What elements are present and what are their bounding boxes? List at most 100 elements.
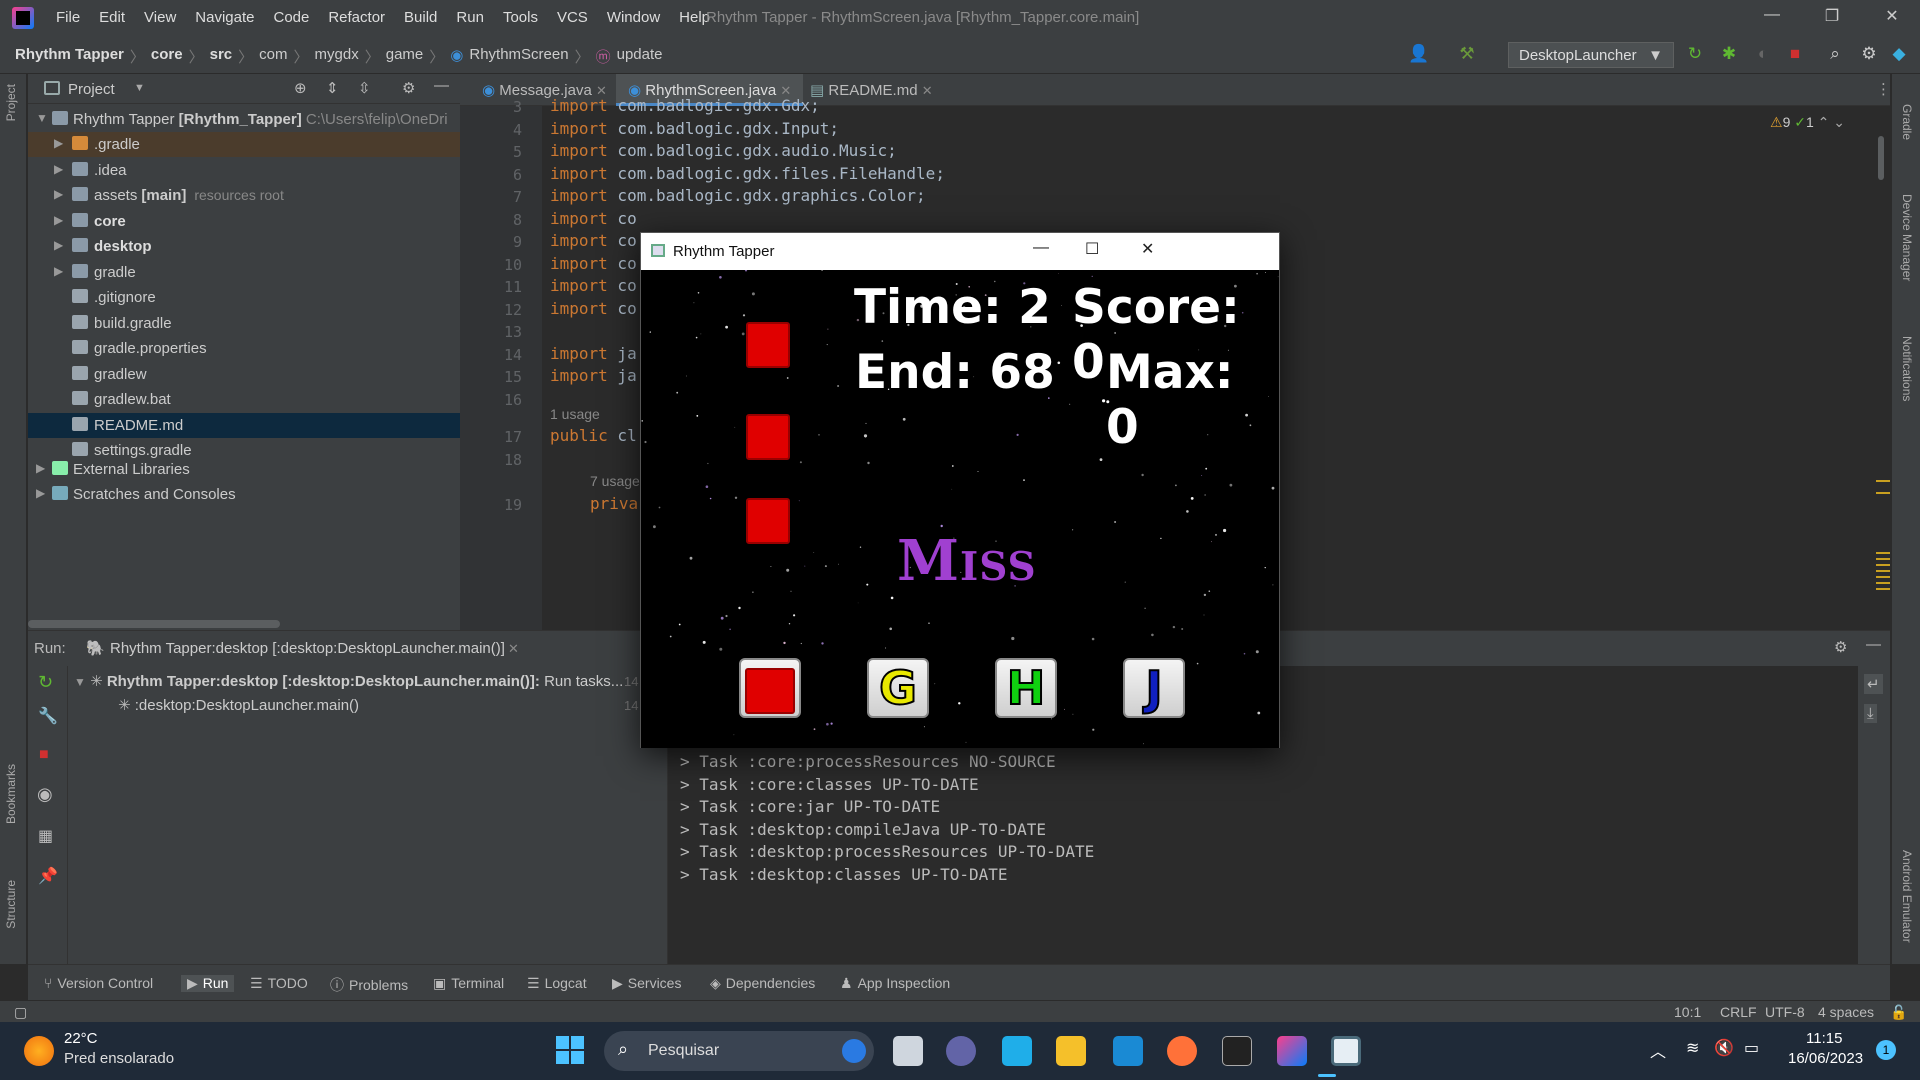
soft-wrap-icon[interactable]: ↵: [1864, 674, 1883, 694]
structure-tool-tab[interactable]: Structure: [4, 880, 18, 929]
collapse-all-icon[interactable]: ⇳: [358, 79, 371, 97]
key-j[interactable]: J: [1123, 658, 1185, 718]
tab-readme-md[interactable]: ▤ README.md ✕: [798, 74, 945, 106]
run-tree-root[interactable]: ▼ ✳ Rhythm Tapper:desktop [:desktop:Desk…: [74, 672, 623, 690]
line-separator[interactable]: CRLF: [1720, 1004, 1757, 1020]
eye-icon[interactable]: ◉: [37, 784, 53, 805]
terminal-icon[interactable]: [1222, 1036, 1252, 1066]
minimize-button[interactable]: —: [1033, 239, 1049, 257]
run-config-select[interactable]: DesktopLauncher ▼: [1508, 42, 1674, 68]
toolwindow-dependencies[interactable]: ◈ Dependencies: [710, 975, 815, 992]
key-f-pressed[interactable]: [739, 658, 801, 718]
menu-item-vcs[interactable]: VCS: [557, 9, 588, 26]
debug-icon[interactable]: ✱: [1718, 44, 1740, 66]
toolwindow-app-inspection[interactable]: ♟ App Inspection: [840, 975, 950, 992]
close-button[interactable]: ✕: [1141, 239, 1154, 259]
letter-l-app-icon[interactable]: [1002, 1036, 1032, 1066]
game-window[interactable]: Rhythm Tapper — ☐ ✕ Time: 2 Score: 0 End…: [640, 232, 1280, 748]
notification-badge[interactable]: 1: [1876, 1040, 1896, 1060]
menu-item-tools[interactable]: Tools: [503, 9, 538, 26]
hide-icon[interactable]: —: [1866, 636, 1881, 653]
menu-item-refactor[interactable]: Refactor: [328, 9, 385, 26]
breadcrumb-item[interactable]: Rhythm Tapper: [15, 46, 124, 67]
hide-icon[interactable]: —: [434, 77, 449, 94]
weather-sun-icon[interactable]: [24, 1036, 54, 1066]
weather-temp[interactable]: 22°C: [64, 1030, 98, 1047]
tree-item-readmemd[interactable]: README.md: [28, 412, 460, 438]
tree-item-gitignore[interactable]: .gitignore: [28, 285, 460, 310]
weather-desc[interactable]: Pred ensolarado: [64, 1050, 174, 1067]
close-icon[interactable]: ✕: [508, 641, 519, 657]
project-tool-tab[interactable]: Project: [4, 84, 18, 121]
gradle-tool-tab[interactable]: Gradle: [1900, 104, 1914, 140]
wrench-icon[interactable]: 🔧: [38, 706, 58, 726]
toolwindow-services[interactable]: ▶ Services: [612, 975, 681, 992]
search-icon[interactable]: ⌕: [1824, 44, 1846, 66]
tree-item-desktop[interactable]: ▶ desktop: [28, 234, 460, 259]
clock-time[interactable]: 11:15: [1806, 1030, 1842, 1047]
tree-item-gradleproperties[interactable]: gradle.properties: [28, 336, 460, 361]
key-g[interactable]: G: [867, 658, 929, 718]
menu-item-run[interactable]: Run: [456, 9, 484, 26]
tree-item-gradle[interactable]: ▶ gradle: [28, 260, 460, 285]
game-canvas[interactable]: Time: 2 Score: 0 End: 68 Max: 0 Miss G H…: [641, 270, 1279, 748]
scroll-to-end-icon[interactable]: ⤓: [1864, 704, 1877, 723]
breadcrumb-item[interactable]: mygdx: [315, 46, 359, 67]
minimize-button[interactable]: —: [1752, 6, 1792, 30]
run-tab[interactable]: Rhythm Tapper:desktop [:desktop:DesktopL…: [110, 640, 505, 657]
maximize-button[interactable]: ☐: [1085, 239, 1099, 259]
file-explorer-icon[interactable]: [1056, 1036, 1086, 1066]
wifi-icon[interactable]: ≋: [1686, 1038, 1699, 1058]
restore-button[interactable]: ❐: [1812, 6, 1852, 30]
close-icon[interactable]: ✕: [922, 83, 933, 98]
menu-item-window[interactable]: Window: [607, 9, 660, 26]
tree-item-core[interactable]: ▶ core: [28, 209, 460, 234]
chevron-down-icon[interactable]: ▼: [134, 82, 145, 94]
stop-icon[interactable]: ■: [1784, 44, 1806, 66]
firefox-icon[interactable]: [1167, 1036, 1197, 1066]
toolwindow-version-control[interactable]: ⑂ Version Control: [44, 975, 153, 991]
build-hammer-icon[interactable]: ⚒: [1456, 44, 1478, 66]
breadcrumb-item[interactable]: update: [617, 46, 663, 67]
gear-icon[interactable]: ⚙: [1834, 638, 1847, 656]
toolwindow-run[interactable]: ▶ Run: [181, 975, 235, 992]
tree-item-buildgradle[interactable]: build.gradle: [28, 311, 460, 336]
task-view-icon[interactable]: [893, 1036, 923, 1066]
caret-position[interactable]: 10:1: [1674, 1004, 1701, 1020]
breadcrumb-item[interactable]: src: [210, 46, 233, 67]
profile-icon[interactable]: ◐: [1752, 44, 1774, 66]
panel-toggle-icon[interactable]: ▢: [14, 1004, 27, 1021]
menu-item-code[interactable]: Code: [273, 9, 309, 26]
project-view-select[interactable]: Project: [68, 81, 115, 98]
file-encoding[interactable]: UTF-8: [1765, 1004, 1805, 1020]
rerun-icon[interactable]: ↻: [38, 672, 53, 693]
tree-item-gradlewbat[interactable]: gradlew.bat: [28, 387, 460, 412]
tree-item-gradle[interactable]: ▶ .gradle: [28, 132, 460, 157]
expand-all-icon[interactable]: ⇕: [326, 79, 339, 97]
tree-root[interactable]: ▼ Rhythm Tapper [Rhythm_Tapper] C:\Users…: [28, 107, 460, 132]
key-h[interactable]: H: [995, 658, 1057, 718]
chevron-up-icon[interactable]: ︿: [1650, 1038, 1666, 1062]
bookmarks-tool-tab[interactable]: Bookmarks: [4, 764, 18, 824]
tree-item-idea[interactable]: ▶ .idea: [28, 158, 460, 183]
vertical-scrollbar[interactable]: [1878, 136, 1884, 180]
indent-setting[interactable]: 4 spaces: [1818, 1004, 1874, 1020]
clock-date[interactable]: 16/06/2023: [1788, 1050, 1863, 1067]
intellij-icon[interactable]: [1277, 1036, 1307, 1066]
gear-icon[interactable]: ⚙: [402, 79, 415, 97]
layout-icon[interactable]: ▦: [38, 826, 53, 846]
usage-hint[interactable]: 1 usage: [550, 406, 600, 422]
usage-hint[interactable]: 7 usage: [590, 473, 640, 489]
android-emulator-tool-tab[interactable]: Android Emulator: [1900, 850, 1914, 943]
tree-item-gradlew[interactable]: gradlew: [28, 362, 460, 387]
tree-item-external-libraries[interactable]: ▶ External Libraries: [28, 457, 460, 482]
volume-muted-icon[interactable]: 🔇: [1714, 1038, 1734, 1058]
teams-icon[interactable]: [946, 1036, 976, 1066]
run-tree-child[interactable]: ✳ :desktop:DesktopLauncher.main(): [118, 696, 359, 714]
stop-icon[interactable]: ■: [39, 746, 49, 764]
device-manager-tool-tab[interactable]: Device Manager: [1900, 194, 1914, 281]
menu-item-file[interactable]: File: [56, 9, 80, 26]
toolwindow-todo[interactable]: ☰ TODO: [250, 975, 308, 992]
menu-item-edit[interactable]: Edit: [99, 9, 125, 26]
breadcrumb-item[interactable]: RhythmScreen: [469, 46, 568, 67]
